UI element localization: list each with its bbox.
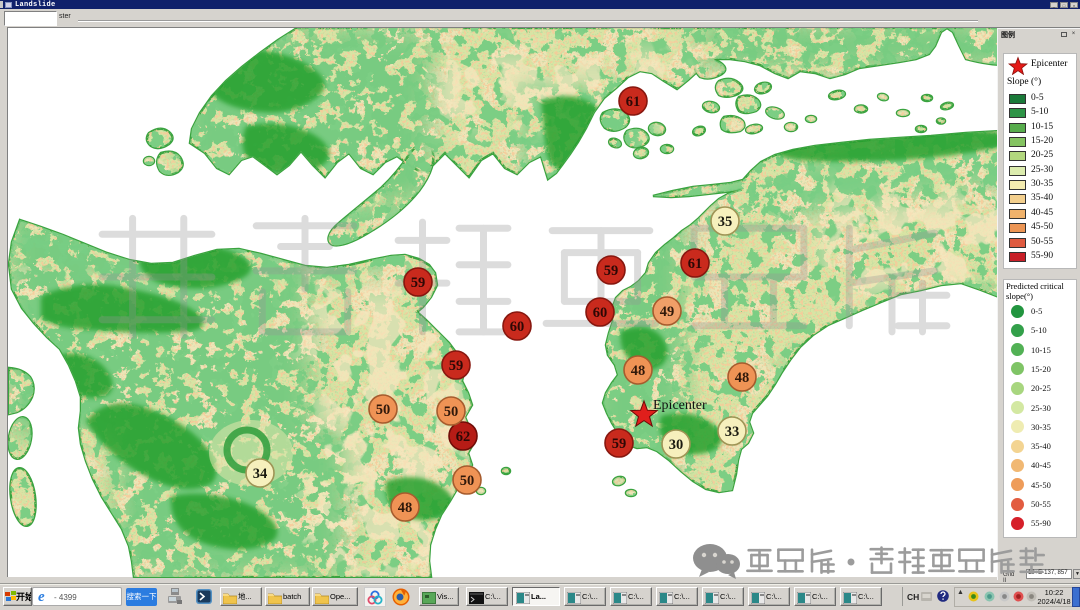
- svg-text:50: 50: [460, 473, 475, 489]
- svg-text:34: 34: [253, 466, 268, 482]
- svg-text:50: 50: [376, 402, 391, 418]
- svg-text:33: 33: [725, 424, 740, 440]
- svg-text:59: 59: [449, 358, 464, 374]
- svg-text:62: 62: [456, 429, 471, 445]
- svg-text:61: 61: [688, 256, 703, 272]
- svg-text:60: 60: [593, 305, 608, 321]
- svg-text:61: 61: [626, 94, 641, 110]
- svg-text:49: 49: [660, 304, 675, 320]
- svg-text:59: 59: [604, 263, 619, 279]
- svg-text:35: 35: [718, 214, 733, 230]
- svg-text:48: 48: [398, 500, 413, 516]
- svg-text:50: 50: [444, 404, 459, 420]
- svg-text:48: 48: [735, 370, 750, 386]
- svg-text:Epicenter: Epicenter: [653, 398, 707, 413]
- svg-text:59: 59: [411, 275, 426, 291]
- svg-text:59: 59: [612, 436, 627, 452]
- svg-text:60: 60: [510, 319, 525, 335]
- svg-text:48: 48: [631, 363, 646, 379]
- svg-text:30: 30: [669, 437, 684, 453]
